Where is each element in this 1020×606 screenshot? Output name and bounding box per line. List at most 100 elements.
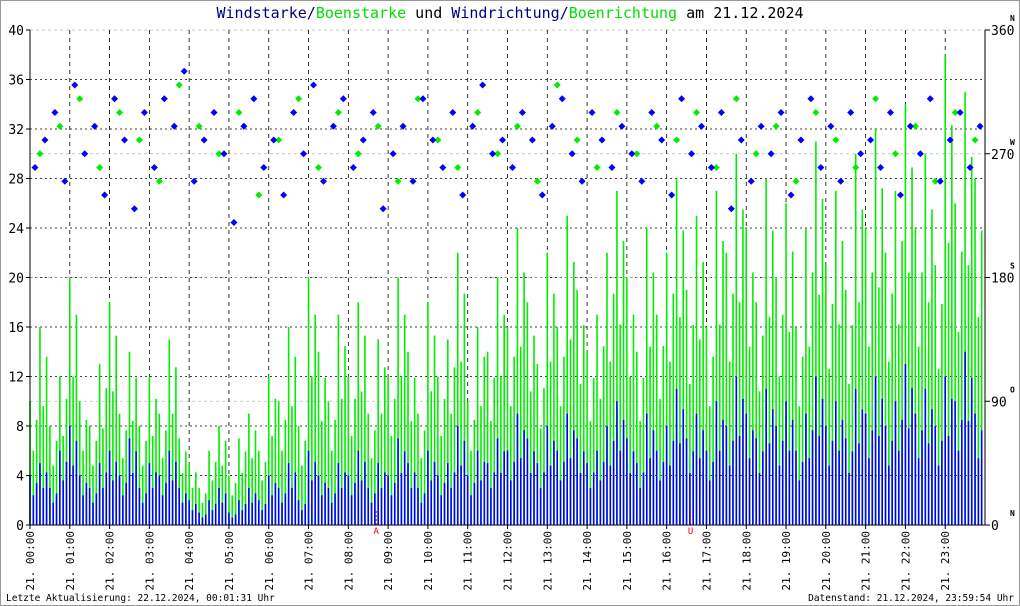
boenrichtung-point — [334, 109, 342, 116]
boenrichtung-point — [235, 109, 243, 116]
boenrichtung-point — [593, 164, 601, 171]
windrichtung-point — [379, 205, 387, 213]
boenrichtung-point — [852, 164, 860, 171]
windrichtung-point — [508, 164, 516, 171]
windrichtung-point — [787, 191, 795, 199]
boenrichtung-point — [295, 95, 303, 103]
boenrichtung-point — [454, 164, 462, 171]
boenrichtung-point — [513, 122, 521, 130]
windrichtung-point — [757, 122, 765, 130]
windrichtung-point — [867, 136, 875, 144]
windrichtung-point — [618, 122, 626, 130]
boenrichtung-point — [354, 150, 362, 158]
boenrichtung-point — [653, 122, 661, 130]
boenrichtung-point — [732, 95, 740, 103]
x-tick-label: 21. 20:00 — [820, 531, 833, 591]
windrichtung-point — [936, 177, 944, 185]
boenrichtung-point — [812, 109, 820, 116]
chart-title: Windstarke/Boenstarke und Windrichtung/B… — [216, 4, 803, 22]
y-left-tick-label: 28 — [8, 173, 24, 188]
x-tick-label: 21. 21:00 — [860, 531, 873, 591]
windrichtung-point — [608, 164, 616, 171]
windrichtung-point — [459, 191, 467, 199]
windrichtung-point — [558, 95, 566, 103]
wind-chart: Windstarke/Boenstarke und Windrichtung/B… — [6, 4, 1015, 604]
x-tick-label: 21. 02:00 — [104, 531, 117, 591]
windrichtung-point — [61, 177, 69, 185]
x-tick-label: 21. 08:00 — [342, 531, 355, 591]
windrichtung-point — [688, 150, 696, 158]
windrichtung-point — [588, 109, 596, 116]
windrichtung-point — [548, 122, 556, 130]
x-tick-label: 21. 10:00 — [422, 531, 435, 591]
x-tick-label: 21. 19:00 — [780, 531, 793, 591]
windrichtung-point — [767, 150, 775, 158]
windrichtung-point — [439, 164, 447, 171]
y-left-tick-label: 16 — [8, 321, 24, 336]
windrichtung-point — [101, 191, 109, 199]
boenrichtung-point — [832, 136, 840, 144]
y-left-tick-label: 24 — [8, 222, 24, 237]
boenrichtung-point — [135, 136, 143, 144]
windrichtung-point — [449, 109, 457, 116]
windrichtung-point — [260, 164, 268, 171]
windrichtung-point — [628, 150, 636, 158]
windrichtung-point — [926, 95, 934, 103]
windrichtung-point — [578, 177, 586, 185]
windrichtung-point — [200, 136, 208, 144]
y-right-tick-label: 90 — [991, 395, 1007, 410]
windrichtung-point — [906, 122, 914, 130]
windrichtung-point — [220, 150, 228, 158]
windrichtung-point — [837, 177, 845, 185]
windrichtung-point — [827, 122, 835, 130]
x-tick-label: 21. 06:00 — [263, 531, 276, 591]
title-sep: / — [560, 4, 569, 22]
windrichtung-point — [568, 150, 576, 158]
title-und: und — [406, 4, 451, 22]
x-tick-label: 21. 01:00 — [64, 531, 77, 591]
windrichtung-point — [489, 150, 497, 158]
windrichtung-point — [180, 67, 188, 75]
windrichtung-point — [847, 109, 855, 116]
compass-direction-label: O — [1010, 385, 1015, 394]
windrichtung-point — [310, 81, 318, 89]
windrichtung-point — [349, 164, 357, 171]
windrichtung-point — [668, 191, 676, 199]
windrichtung-point — [598, 136, 606, 144]
boenrichtung-point — [772, 122, 780, 130]
compass-direction-label: S — [1010, 262, 1015, 271]
windrichtung-point — [210, 109, 218, 116]
windrichtung-point — [976, 122, 984, 130]
boenrichtung-point — [673, 136, 681, 144]
direction-series — [31, 67, 984, 226]
windrichtung-point — [896, 191, 904, 199]
boenrichtung-point — [175, 81, 183, 89]
windrichtung-point — [817, 164, 825, 171]
x-tick-label: 21. 03:00 — [143, 531, 156, 591]
windrichtung-point — [737, 136, 745, 144]
y-left-tick-label: 0 — [16, 519, 24, 534]
title-boenstarke: Boenstarke — [316, 4, 406, 22]
windrichtung-point — [270, 136, 278, 144]
windrichtung-point — [91, 122, 99, 130]
x-tick-label: 21. 13:00 — [541, 531, 554, 591]
windrichtung-point — [121, 136, 129, 144]
sun-marker-label: U — [688, 527, 693, 537]
windrichtung-point — [648, 109, 656, 116]
windrichtung-point — [290, 109, 298, 116]
windrichtung-point — [150, 164, 158, 171]
windrichtung-point — [369, 109, 377, 116]
windrichtung-point — [877, 164, 885, 171]
y-left-tick-label: 12 — [8, 371, 24, 386]
windrichtung-point — [389, 150, 397, 158]
windrichtung-point — [678, 95, 686, 103]
title-boenrichtung: Boenrichtung — [569, 4, 677, 22]
boenrichtung-point — [573, 136, 581, 144]
y-left-tick-label: 40 — [8, 24, 24, 39]
windrichtung-point — [419, 95, 427, 103]
boenrichtung-point — [56, 122, 64, 130]
windrichtung-point — [479, 81, 487, 89]
boenrichtung-point — [792, 177, 800, 185]
windrichtung-point — [300, 150, 308, 158]
windrichtung-point — [51, 109, 59, 116]
